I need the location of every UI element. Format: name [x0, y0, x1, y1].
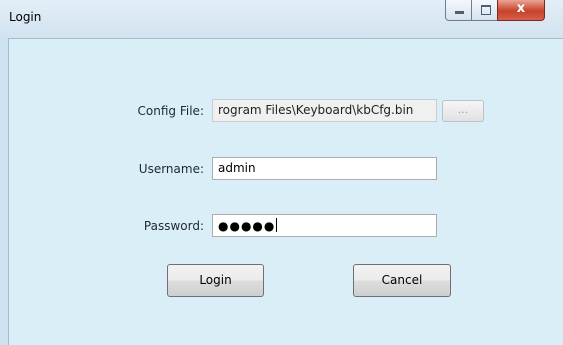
cancel-button[interactable]: Cancel	[353, 264, 451, 297]
config-file-label: Config File:	[137, 104, 204, 118]
close-button[interactable]: x	[497, 0, 545, 21]
maximize-button[interactable]	[471, 0, 498, 21]
maximize-icon	[481, 5, 491, 15]
browse-button[interactable]: ...	[442, 100, 484, 122]
title-bar[interactable]: Login x	[0, 0, 563, 38]
config-file-value: rogram Files\Keyboard\kbCfg.bin	[218, 103, 414, 117]
login-button-label: Login	[199, 273, 232, 287]
username-value: admin	[218, 161, 256, 175]
close-icon: x	[516, 1, 526, 16]
username-label: Username:	[138, 162, 204, 176]
config-file-field[interactable]: rogram Files\Keyboard\kbCfg.bin	[212, 99, 437, 122]
password-value: ●●●●●	[218, 219, 276, 233]
login-form	[8, 38, 563, 345]
cancel-button-label: Cancel	[381, 273, 423, 287]
window-title: Login	[9, 10, 42, 24]
password-label: Password:	[143, 219, 204, 233]
password-field[interactable]: ●●●●●	[212, 214, 437, 237]
text-cursor	[276, 218, 278, 232]
minimize-button[interactable]	[445, 0, 472, 21]
minimize-icon	[455, 11, 464, 14]
username-field[interactable]: admin	[212, 157, 437, 180]
login-window: Login x Config File: rogram Files\Keyboa…	[0, 0, 563, 345]
login-button[interactable]: Login	[167, 264, 264, 297]
browse-label: ...	[457, 103, 469, 116]
